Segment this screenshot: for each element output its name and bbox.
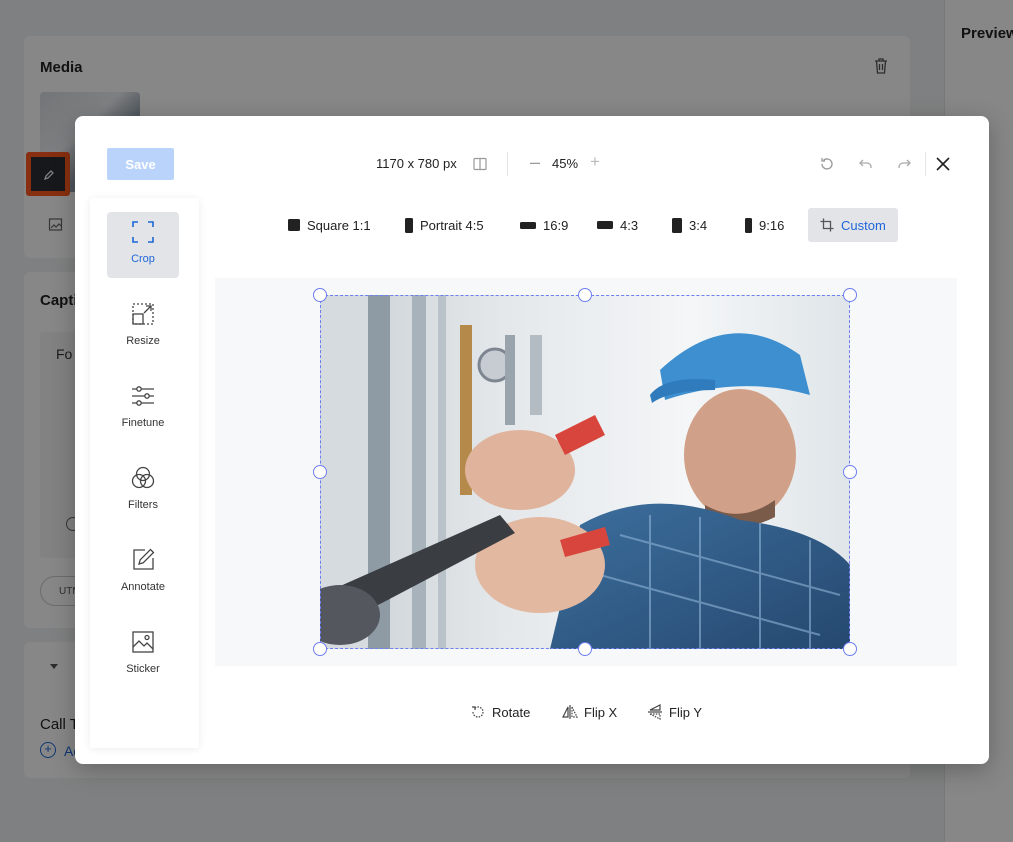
ratio-4-3[interactable]: 4:3 bbox=[597, 208, 638, 242]
ratio-label: 9:16 bbox=[759, 217, 785, 233]
image-editor-modal: Save 1170 x 780 px – 45% + Crop Resize F… bbox=[75, 116, 989, 764]
crop-handle-top-left[interactable] bbox=[313, 288, 327, 302]
wide-ratio-icon bbox=[520, 221, 536, 229]
flip-x-button[interactable]: Flip X bbox=[562, 702, 617, 722]
flip-x-label: Flip X bbox=[584, 704, 618, 720]
rotate-icon bbox=[472, 706, 484, 718]
ratio-custom[interactable]: Custom bbox=[808, 208, 898, 242]
rotate-button[interactable]: Rotate bbox=[470, 702, 530, 722]
ratio-label: 3:4 bbox=[689, 217, 708, 233]
square-ratio-icon bbox=[288, 219, 300, 231]
ratio-portrait[interactable]: Portrait 4:5 bbox=[405, 208, 484, 242]
tool-sticker[interactable]: Sticker bbox=[107, 622, 179, 688]
compare-icon[interactable] bbox=[473, 157, 487, 171]
crop-handle-bottom[interactable] bbox=[578, 642, 592, 656]
crop-icon bbox=[820, 218, 834, 232]
resize-icon bbox=[132, 303, 154, 325]
portrait-ratio-icon bbox=[405, 217, 413, 233]
ratio-label: Portrait 4:5 bbox=[420, 217, 484, 233]
toolbar-divider bbox=[925, 152, 926, 176]
save-button[interactable]: Save bbox=[107, 148, 174, 180]
pencil-icon bbox=[133, 548, 155, 570]
ratio-label: 16:9 bbox=[543, 217, 569, 233]
tool-label: Finetune bbox=[121, 417, 165, 429]
flip-y-button[interactable]: Flip Y bbox=[647, 702, 702, 722]
ratio-label: Custom bbox=[841, 217, 886, 233]
zoom-level[interactable]: 45% bbox=[552, 156, 578, 171]
crop-handle-bottom-right[interactable] bbox=[843, 642, 857, 656]
tool-label: Annotate bbox=[120, 581, 166, 593]
tool-label: Filters bbox=[128, 499, 158, 511]
editor-tool-sidebar: Crop Resize Finetune Filters Annotate St… bbox=[90, 198, 199, 748]
sticker-icon bbox=[132, 631, 154, 653]
ratio-3-4[interactable]: 3:4 bbox=[672, 208, 707, 242]
tool-finetune[interactable]: Finetune bbox=[107, 376, 179, 442]
tool-label: Sticker bbox=[126, 663, 160, 675]
flip-horizontal-icon bbox=[562, 705, 578, 719]
sliders-icon bbox=[132, 386, 154, 406]
undo-icon[interactable] bbox=[858, 156, 874, 172]
zoom-out-button[interactable]: – bbox=[527, 153, 543, 172]
tool-annotate[interactable]: Annotate bbox=[107, 540, 179, 606]
ratio-16-9[interactable]: 16:9 bbox=[520, 208, 568, 242]
toolbar-divider bbox=[507, 152, 508, 176]
crop-icon bbox=[132, 221, 154, 243]
tool-resize[interactable]: Resize bbox=[107, 294, 179, 360]
crop-handle-top-right[interactable] bbox=[843, 288, 857, 302]
rotate-label: Rotate bbox=[492, 704, 531, 720]
tool-label: Resize bbox=[126, 335, 160, 347]
ratio-square[interactable]: Square 1:1 bbox=[288, 208, 371, 242]
close-icon[interactable] bbox=[935, 156, 951, 172]
tall-ratio-icon bbox=[672, 217, 682, 233]
image-dimensions: 1170 x 780 px bbox=[376, 156, 457, 171]
landscape-ratio-icon bbox=[597, 221, 613, 229]
ratio-label: 4:3 bbox=[620, 217, 639, 233]
redo-icon[interactable] bbox=[896, 156, 912, 172]
tool-filters[interactable]: Filters bbox=[107, 458, 179, 524]
story-ratio-icon bbox=[745, 217, 752, 233]
zoom-in-button[interactable]: + bbox=[587, 153, 603, 172]
tool-label: Crop bbox=[131, 253, 155, 265]
flip-vertical-icon bbox=[648, 704, 662, 720]
crop-handle-top[interactable] bbox=[578, 288, 592, 302]
crop-canvas[interactable] bbox=[215, 278, 957, 666]
crop-handle-right[interactable] bbox=[843, 465, 857, 479]
crop-handle-bottom-left[interactable] bbox=[313, 642, 327, 656]
reset-icon[interactable] bbox=[819, 156, 835, 172]
crop-frame[interactable] bbox=[320, 295, 850, 649]
tool-crop[interactable]: Crop bbox=[107, 212, 179, 278]
ratio-9-16[interactable]: 9:16 bbox=[745, 208, 784, 242]
ratio-label: Square 1:1 bbox=[307, 217, 371, 233]
crop-handle-left[interactable] bbox=[313, 465, 327, 479]
flip-y-label: Flip Y bbox=[669, 704, 702, 720]
filters-icon bbox=[131, 466, 155, 489]
